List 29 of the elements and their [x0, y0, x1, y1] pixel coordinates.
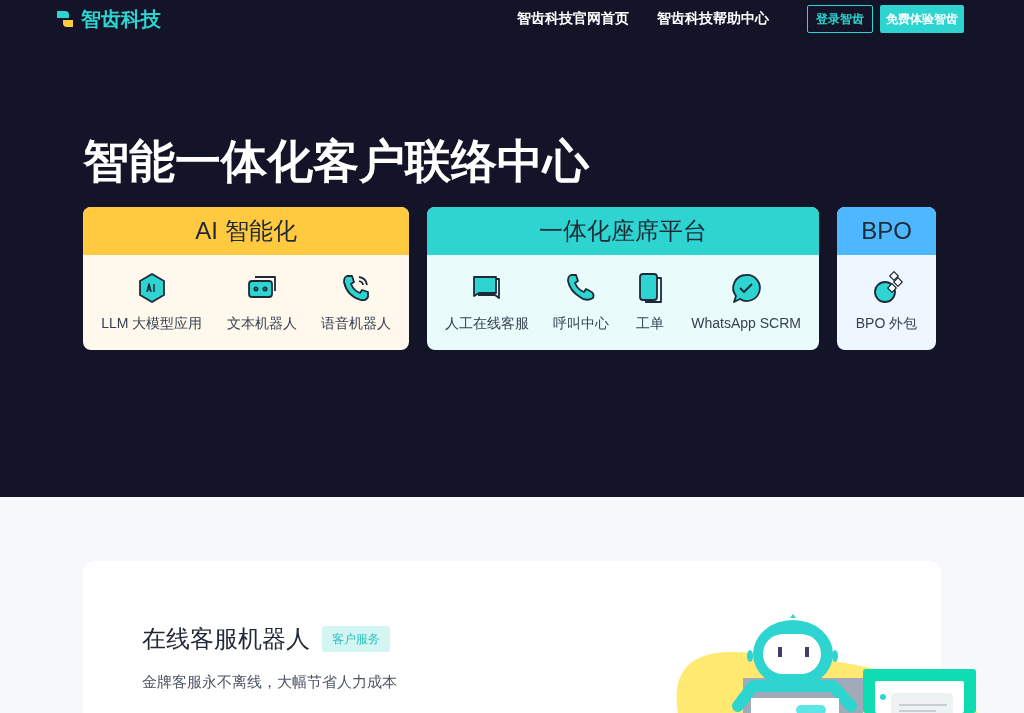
hero-title: 智能一体化客户联络中心 — [83, 134, 591, 189]
product-label: 文本机器人 — [226, 314, 297, 333]
check-bubble-icon — [729, 271, 764, 305]
logo-icon — [55, 8, 75, 29]
category-header: BPO — [837, 207, 936, 255]
feature-subtitle: 金牌客服永不离线，大幅节省人力成本 — [141, 672, 398, 692]
category-header: 一体化座席平台 — [427, 207, 819, 255]
product-item[interactable]: BPO 外包 — [855, 271, 918, 334]
product-label: 呼叫中心 — [553, 314, 610, 333]
product-item[interactable]: 呼叫中心 — [553, 271, 610, 334]
product-label: LLM 大模型应用 — [101, 314, 203, 333]
product-label: 工单 — [636, 314, 665, 333]
logo-text[interactable]: 智齿科技 — [81, 3, 161, 34]
product-item[interactable]: LLM 大模型应用 — [101, 271, 203, 334]
category-header: AI 智能化 — [83, 207, 409, 255]
nav-link[interactable]: 智齿科技帮助中心 — [657, 8, 769, 29]
product-item[interactable]: 文本机器人 — [226, 271, 297, 334]
product-label: 人工在线客服 — [445, 314, 530, 333]
product-label: WhatsApp SCRM — [691, 314, 801, 333]
nav-link[interactable]: 智齿科技官网首页 — [517, 8, 629, 29]
product-label: BPO 外包 — [855, 314, 918, 333]
product-item[interactable]: 工单 — [633, 271, 668, 334]
product-label: 语音机器人 — [320, 314, 391, 333]
product-item[interactable]: 人工在线客服 — [445, 271, 530, 334]
product-item[interactable]: WhatsApp SCRM — [691, 271, 801, 334]
login-button[interactable]: 登录智齿 — [807, 4, 873, 33]
feature-tag: 客户服务 — [322, 626, 390, 652]
product-item[interactable]: 语音机器人 — [320, 271, 391, 334]
feature-title: 在线客服机器人 — [142, 624, 310, 654]
